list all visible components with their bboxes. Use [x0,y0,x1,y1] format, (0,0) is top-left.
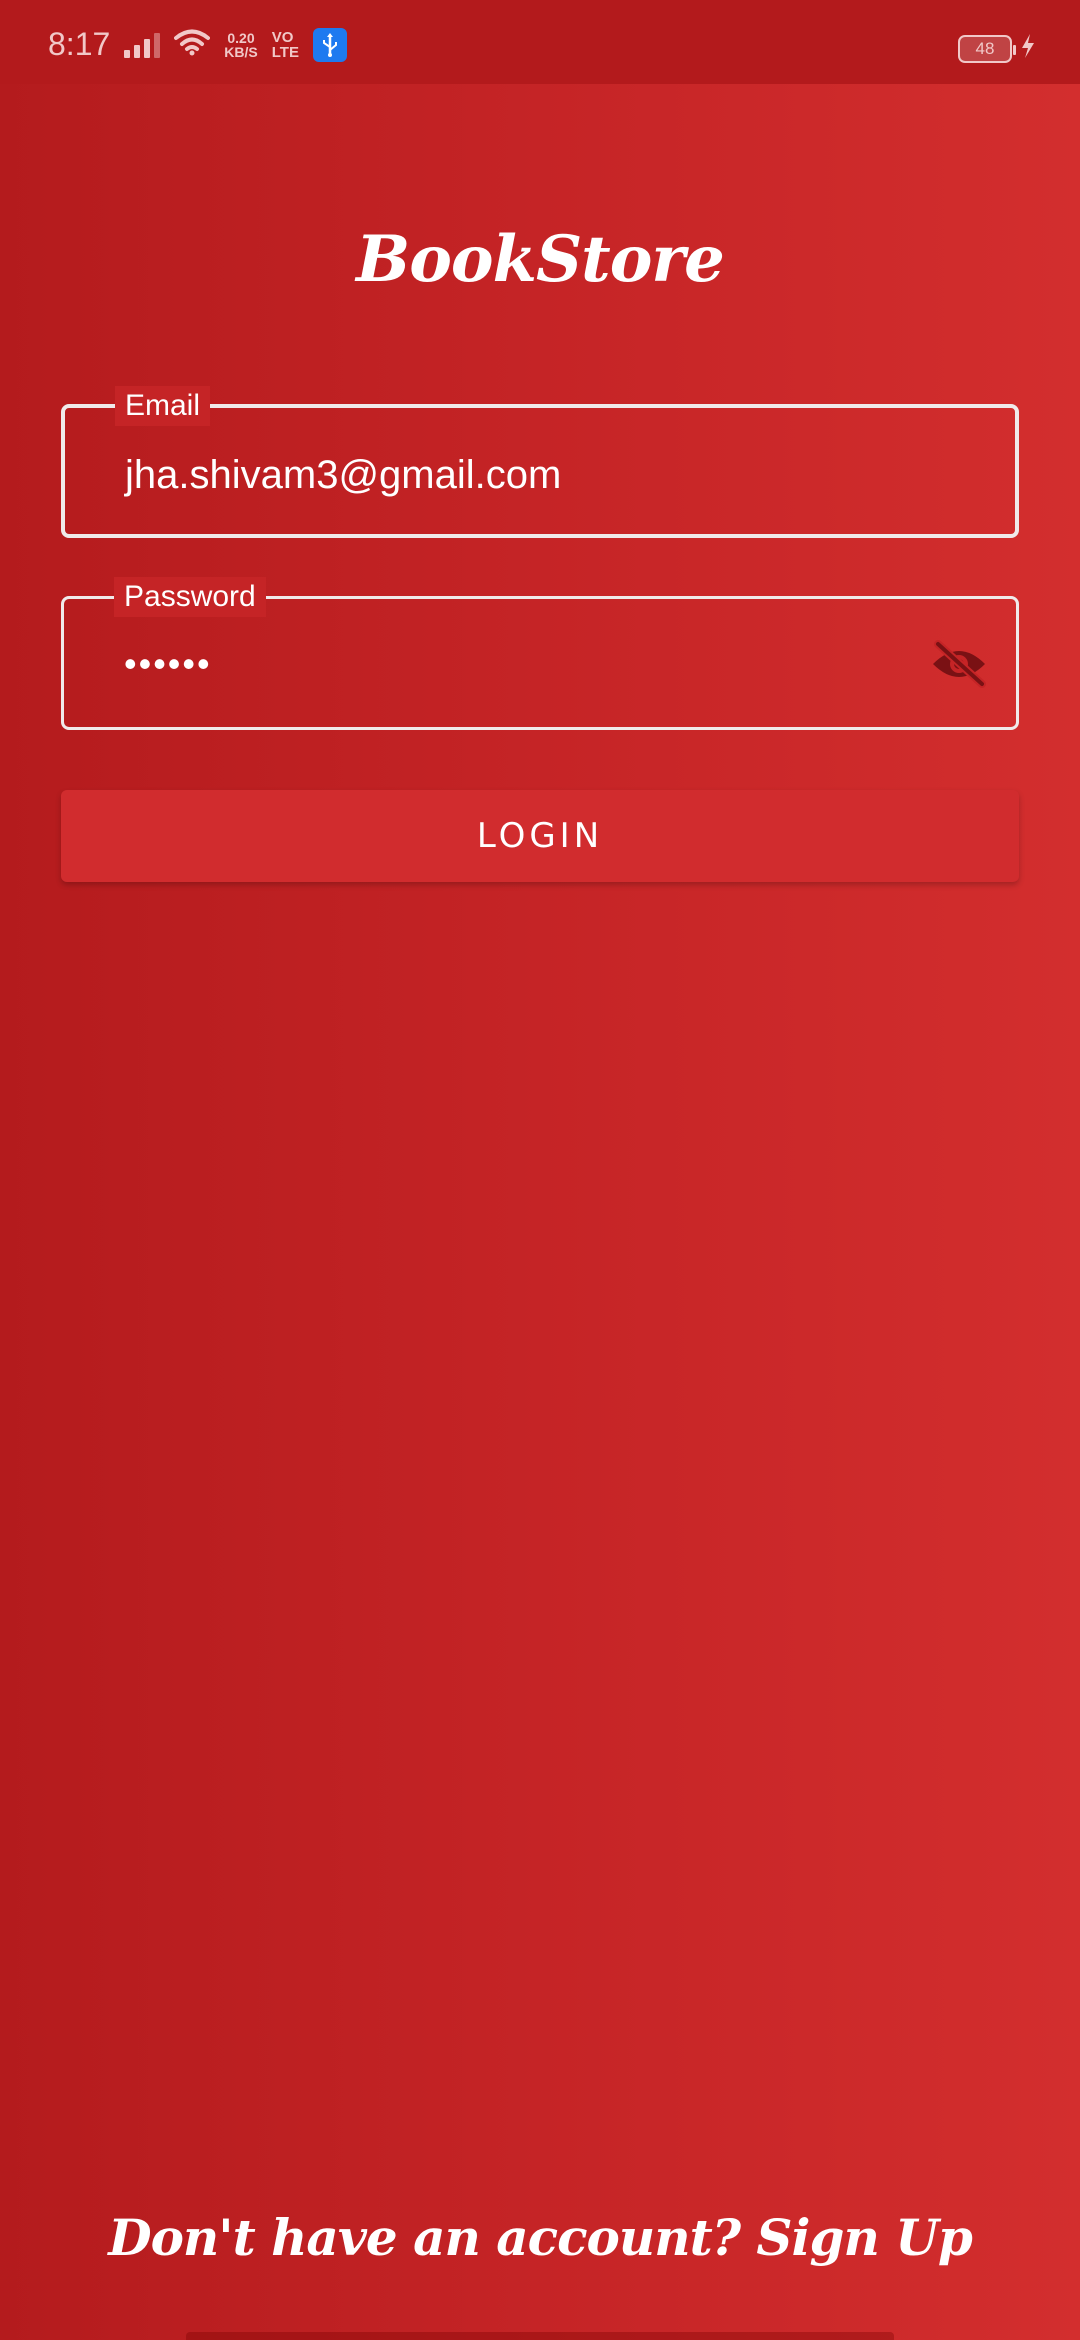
volte-indicator: VO LTE [272,30,299,60]
email-label: Email [115,386,211,426]
charging-icon [1020,34,1036,63]
status-left: 8:17 0.20 KB/S VO LTE [48,26,347,63]
email-field[interactable]: Email jha.shivam3@gmail.com [61,386,1019,538]
navigation-handle[interactable] [186,2332,894,2340]
wifi-icon [174,28,211,61]
signup-link[interactable]: Don't have an account? Sign Up [0,2208,1080,2267]
visibility-off-icon[interactable] [930,639,988,689]
network-speed-unit: KB/S [224,43,258,60]
email-value[interactable]: jha.shivam3@gmail.com [125,450,561,500]
status-right: 48 [958,34,1036,63]
status-bar: 8:17 0.20 KB/S VO LTE 48 [0,0,1080,84]
clock: 8:17 [48,26,111,62]
password-label: Password [114,577,266,617]
usb-icon [312,27,347,62]
battery-icon: 48 [958,34,1016,63]
network-speed: 0.20 KB/S [224,31,257,59]
volte-bottom: LTE [271,43,299,61]
app-title: BookStore [356,222,725,297]
network-speed-value: 0.20 [227,29,255,46]
volte-top: VO [271,28,294,46]
signal-icon [124,32,161,58]
login-button[interactable]: LOGIN [61,790,1019,882]
password-field[interactable]: Password •••••• [61,577,1019,730]
battery-level: 48 [975,38,995,58]
password-value[interactable]: •••••• [124,639,212,689]
